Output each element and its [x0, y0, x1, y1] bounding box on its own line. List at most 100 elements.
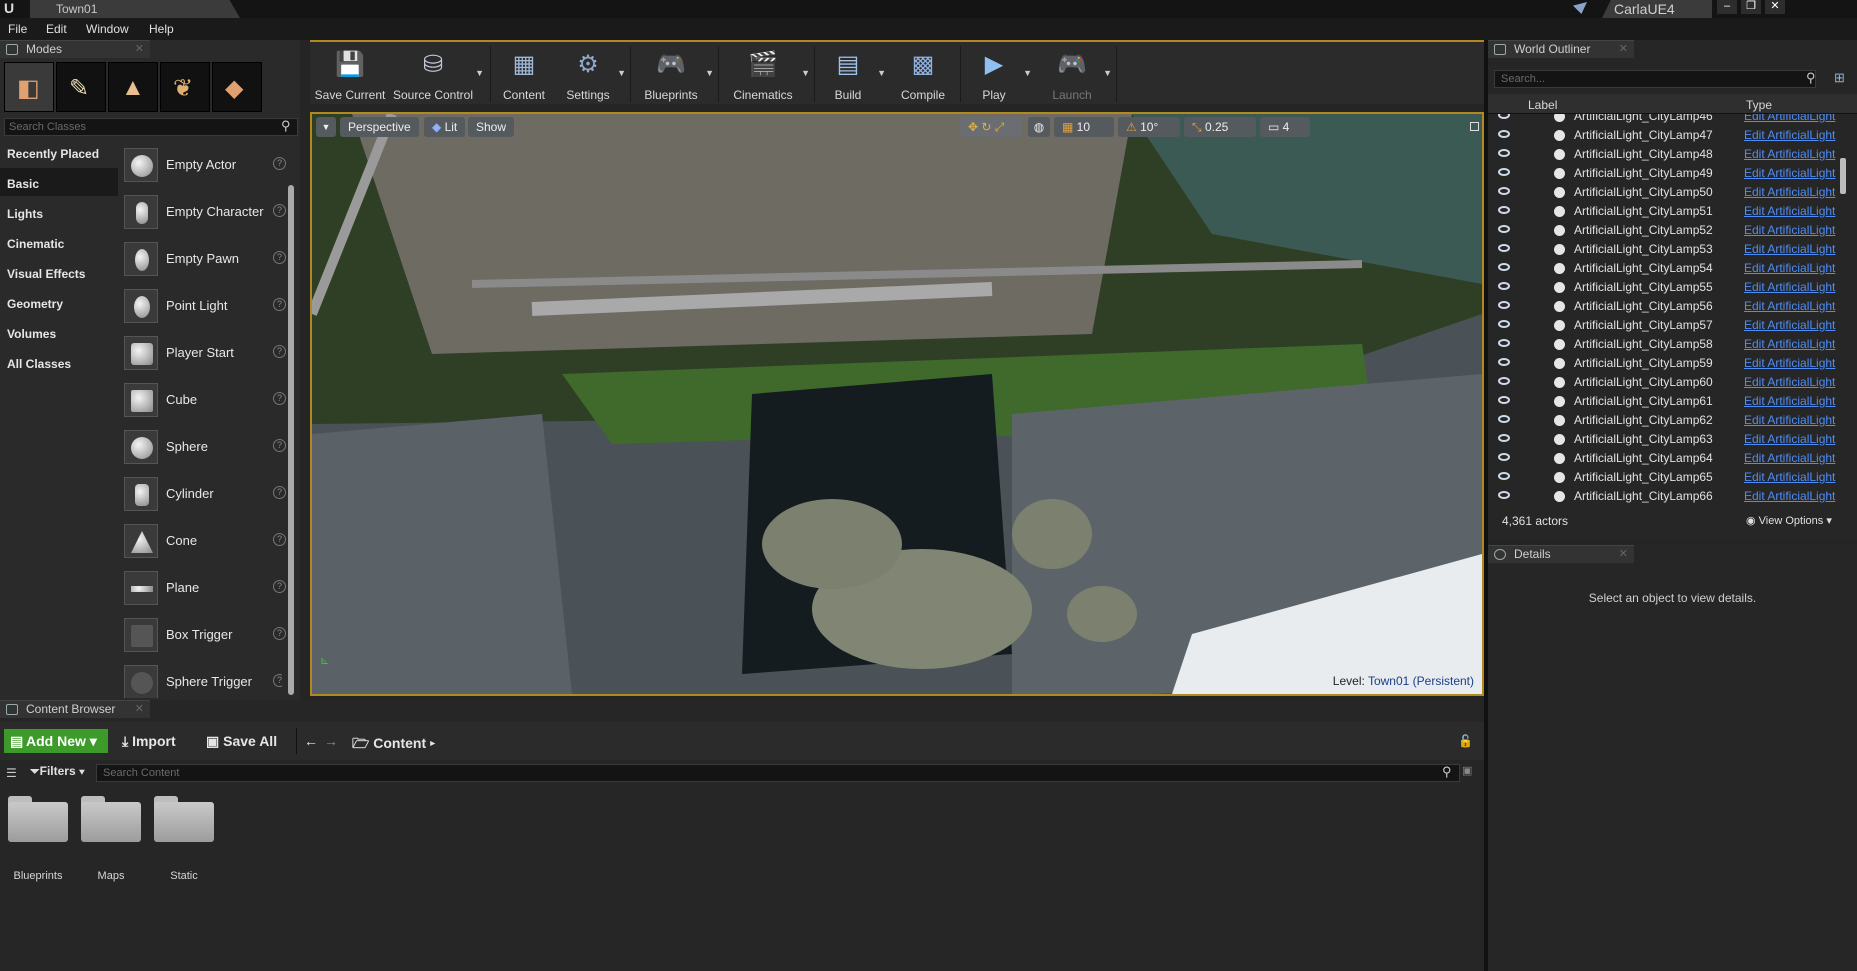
folder-blueprints[interactable] — [8, 796, 68, 842]
close-icon[interactable]: ✕ — [135, 701, 144, 718]
outliner-row[interactable]: ArtificialLight_CityLamp57 Edit Artificia… — [1488, 316, 1846, 335]
filters-button[interactable]: ⏷Filters ▾ — [30, 764, 85, 779]
build-button[interactable]: ▤ Build ▼ — [818, 44, 886, 104]
visibility-eye-icon[interactable] — [1498, 453, 1510, 461]
play-button[interactable]: ▶ Play ▼ — [964, 44, 1032, 104]
outliner-row[interactable]: ArtificialLight_CityLamp54 Edit Artificia… — [1488, 259, 1846, 278]
visibility-eye-icon[interactable] — [1498, 472, 1510, 480]
blueprints-button[interactable]: 🎮 Blueprints ▼ — [636, 44, 714, 104]
edit-type-link[interactable]: Edit ArtificialLight — [1744, 394, 1844, 408]
place-item[interactable]: Box Trigger? — [120, 613, 286, 657]
outliner-row[interactable]: ArtificialLight_CityLamp50 Edit Artificia… — [1488, 183, 1846, 202]
menu-edit[interactable]: Edit — [46, 22, 67, 36]
place-item[interactable]: Cube? — [120, 378, 286, 422]
outliner-row[interactable]: ArtificialLight_CityLamp60 Edit Artificia… — [1488, 373, 1846, 392]
outliner-row[interactable]: ArtificialLight_CityLamp52 Edit Artificia… — [1488, 221, 1846, 240]
help-icon[interactable]: ? — [273, 486, 286, 499]
outliner-search-input[interactable]: Search... — [1494, 70, 1816, 88]
chevron-down-icon[interactable]: ▼ — [1103, 68, 1112, 78]
paint-mode-button[interactable]: ✎ — [56, 62, 106, 112]
outliner-row[interactable]: ArtificialLight_CityLamp56 Edit Artificia… — [1488, 297, 1846, 316]
source-control-status-icon[interactable] — [1573, 2, 1587, 14]
source-control-button[interactable]: ⛁ Source Control ▼ — [390, 44, 484, 104]
edit-type-link[interactable]: Edit ArtificialLight — [1744, 128, 1844, 142]
help-icon[interactable]: ? — [273, 674, 282, 687]
visibility-eye-icon[interactable] — [1498, 377, 1510, 385]
scale-snap-button[interactable]: ⤡ 0.25 — [1184, 117, 1256, 137]
menu-window[interactable]: Window — [86, 22, 129, 36]
globe-icon[interactable]: ◍ — [1028, 117, 1050, 137]
place-item[interactable]: Cone? — [120, 519, 286, 563]
place-item[interactable]: Player Start? — [120, 331, 286, 375]
edit-type-link[interactable]: Edit ArtificialLight — [1744, 489, 1844, 503]
category-lights[interactable]: Lights — [0, 198, 118, 226]
edit-type-link[interactable]: Edit ArtificialLight — [1744, 185, 1844, 199]
help-icon[interactable]: ? — [273, 627, 286, 640]
outliner-row[interactable]: ArtificialLight_CityLamp59 Edit Artificia… — [1488, 354, 1846, 373]
view-options-button[interactable]: ◉ View Options ▾ — [1746, 514, 1832, 527]
category-geometry[interactable]: Geometry — [0, 288, 118, 316]
visibility-eye-icon[interactable] — [1498, 282, 1510, 290]
close-icon[interactable]: ✕ — [135, 41, 144, 58]
add-folder-icon[interactable]: ⊞ — [1834, 70, 1845, 86]
visibility-eye-icon[interactable] — [1498, 114, 1510, 119]
lock-icon[interactable]: 🔓 — [1458, 734, 1473, 748]
place-mode-button[interactable]: ◧ — [4, 62, 54, 112]
visibility-eye-icon[interactable] — [1498, 168, 1510, 176]
save-current-button[interactable]: 💾 Save Current — [314, 44, 386, 104]
close-icon[interactable]: ✕ — [1619, 41, 1628, 58]
outliner-row[interactable]: ArtificialLight_CityLamp58 Edit Artificia… — [1488, 335, 1846, 354]
help-icon[interactable]: ? — [273, 251, 286, 264]
place-item[interactable]: Plane? — [120, 566, 286, 610]
outliner-row[interactable]: ArtificialLight_CityLamp46 Edit Artificia… — [1488, 114, 1846, 126]
category-recently-placed[interactable]: Recently Placed — [0, 138, 118, 166]
content-button[interactable]: ▦ Content — [496, 44, 552, 104]
edit-type-link[interactable]: Edit ArtificialLight — [1744, 261, 1844, 275]
visibility-eye-icon[interactable] — [1498, 244, 1510, 252]
save-all-button[interactable]: ▣ Save All — [206, 733, 277, 750]
help-icon[interactable]: ? — [273, 157, 286, 170]
help-icon[interactable]: ? — [273, 298, 286, 311]
close-icon[interactable]: ✕ — [1619, 546, 1628, 563]
folder-static[interactable] — [154, 796, 214, 842]
outliner-row[interactable]: ArtificialLight_CityLamp64 Edit Artificia… — [1488, 449, 1846, 468]
forward-button[interactable]: → — [324, 733, 338, 749]
edit-type-link[interactable]: Edit ArtificialLight — [1744, 413, 1844, 427]
outliner-row[interactable]: ArtificialLight_CityLamp66 Edit Artificia… — [1488, 487, 1846, 506]
back-button[interactable]: ← — [304, 733, 318, 749]
help-icon[interactable]: ? — [273, 392, 286, 405]
chevron-down-icon[interactable]: ▼ — [617, 68, 626, 78]
edit-type-link[interactable]: Edit ArtificialLight — [1744, 166, 1844, 180]
visibility-eye-icon[interactable] — [1498, 149, 1510, 157]
launch-button[interactable]: 🎮 Launch ▼ — [1040, 44, 1112, 104]
visibility-eye-icon[interactable] — [1498, 263, 1510, 271]
help-icon[interactable]: ? — [273, 345, 286, 358]
transform-tools[interactable]: ✥ ↻ ⤢ — [960, 117, 1022, 137]
tab-modes[interactable]: Modes ✕ — [0, 40, 150, 58]
visibility-eye-icon[interactable] — [1498, 339, 1510, 347]
visibility-eye-icon[interactable] — [1498, 206, 1510, 214]
outliner-row[interactable]: ArtificialLight_CityLamp48 Edit Artificia… — [1488, 145, 1846, 164]
maximize-button[interactable]: ❐ — [1741, 0, 1761, 14]
outliner-row[interactable]: ArtificialLight_CityLamp53 Edit Artificia… — [1488, 240, 1846, 259]
sources-toggle-icon[interactable]: ☰ — [6, 766, 17, 780]
help-icon[interactable]: ? — [273, 204, 286, 217]
column-label-header[interactable]: Label — [1528, 98, 1557, 112]
landscape-mode-button[interactable]: ▲ — [108, 62, 158, 112]
outliner-row[interactable]: ArtificialLight_CityLamp47 Edit Artificia… — [1488, 126, 1846, 145]
outliner-row[interactable]: ArtificialLight_CityLamp51 Edit Artificia… — [1488, 202, 1846, 221]
show-button[interactable]: Show — [468, 117, 515, 137]
place-item[interactable]: Empty Character? — [120, 190, 286, 234]
place-item[interactable]: Empty Actor? — [120, 143, 286, 187]
minimize-button[interactable]: – — [1717, 0, 1737, 14]
edit-type-link[interactable]: Edit ArtificialLight — [1744, 432, 1844, 446]
edit-type-link[interactable]: Edit ArtificialLight — [1744, 280, 1844, 294]
chevron-down-icon[interactable]: ▼ — [801, 68, 810, 78]
menu-help[interactable]: Help — [149, 22, 174, 36]
cinematics-button[interactable]: 🎬 Cinematics ▼ — [724, 44, 810, 104]
visibility-eye-icon[interactable] — [1498, 491, 1510, 499]
maximize-viewport-icon[interactable] — [1470, 122, 1479, 131]
import-button[interactable]: ⤓ Import — [122, 733, 176, 750]
camera-speed-button[interactable]: ▭ 4 — [1260, 117, 1310, 137]
category-basic[interactable]: Basic — [0, 168, 118, 196]
